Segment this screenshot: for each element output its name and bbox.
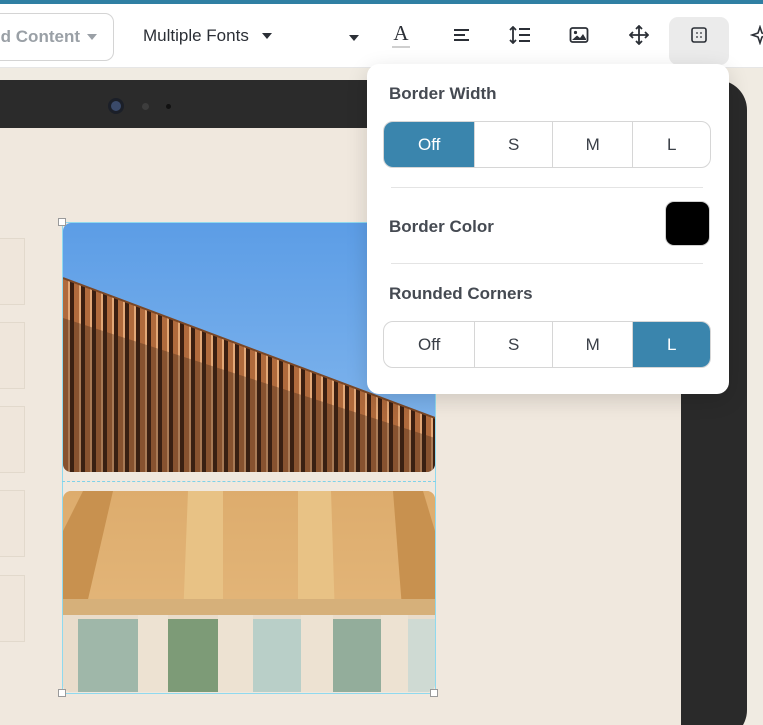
border-color-title: Border Color [389, 217, 494, 236]
font-dropdown-label: Multiple Fonts [143, 26, 249, 45]
rounded-corners-m-button[interactable]: M [553, 322, 634, 367]
rounded-corners-off-button[interactable]: Off [384, 322, 476, 367]
border-color-swatch[interactable] [665, 201, 710, 246]
rounded-corners-segmented-control: Off S M L [383, 321, 711, 368]
toolbar: d Content Multiple Fonts A [0, 4, 763, 68]
resize-handle[interactable] [58, 689, 66, 697]
sparkle-icon[interactable] [749, 24, 763, 46]
line-spacing-icon[interactable] [509, 24, 531, 46]
border-width-m-button[interactable]: M [553, 122, 634, 167]
rounded-corners-l-button[interactable]: L [633, 322, 710, 367]
font-size-chevron-icon[interactable] [349, 35, 359, 41]
border-settings-popover: Border Width Off S M L Border Color Roun… [367, 64, 729, 394]
resize-handle[interactable] [430, 689, 438, 697]
sensor-dot [166, 104, 171, 109]
move-icon[interactable] [628, 24, 650, 46]
page-thumbnail[interactable] [0, 322, 25, 389]
rounded-corners-s-button[interactable]: S [475, 322, 553, 367]
content-dropdown-label: d Content [0, 27, 80, 46]
divider [391, 263, 703, 264]
page-thumbnail[interactable] [0, 406, 25, 473]
chevron-down-icon [261, 33, 272, 39]
sensor-dot [142, 103, 149, 110]
camera-icon [108, 98, 124, 114]
resize-handle[interactable] [58, 218, 66, 226]
border-width-s-button[interactable]: S [475, 122, 553, 167]
font-dropdown[interactable]: Multiple Fonts [143, 26, 272, 46]
page-thumbnail[interactable] [0, 575, 25, 642]
divider [391, 187, 703, 188]
border-icon[interactable] [688, 24, 710, 46]
border-width-segmented-control: Off S M L [383, 121, 711, 168]
rounded-corners-title: Rounded Corners [389, 284, 533, 303]
align-icon[interactable] [451, 24, 473, 46]
border-width-title: Border Width [389, 84, 497, 103]
border-width-l-button[interactable]: L [633, 122, 710, 167]
svg-text:A: A [393, 21, 409, 45]
selection-divider [62, 481, 436, 482]
image-icon[interactable] [568, 24, 590, 46]
border-width-off-button[interactable]: Off [384, 122, 476, 167]
page-thumbnail[interactable] [0, 238, 25, 305]
content-dropdown[interactable]: d Content [0, 13, 114, 61]
chevron-down-icon [87, 34, 97, 40]
page-thumbnail[interactable] [0, 490, 25, 557]
text-color-icon[interactable]: A [390, 21, 412, 48]
